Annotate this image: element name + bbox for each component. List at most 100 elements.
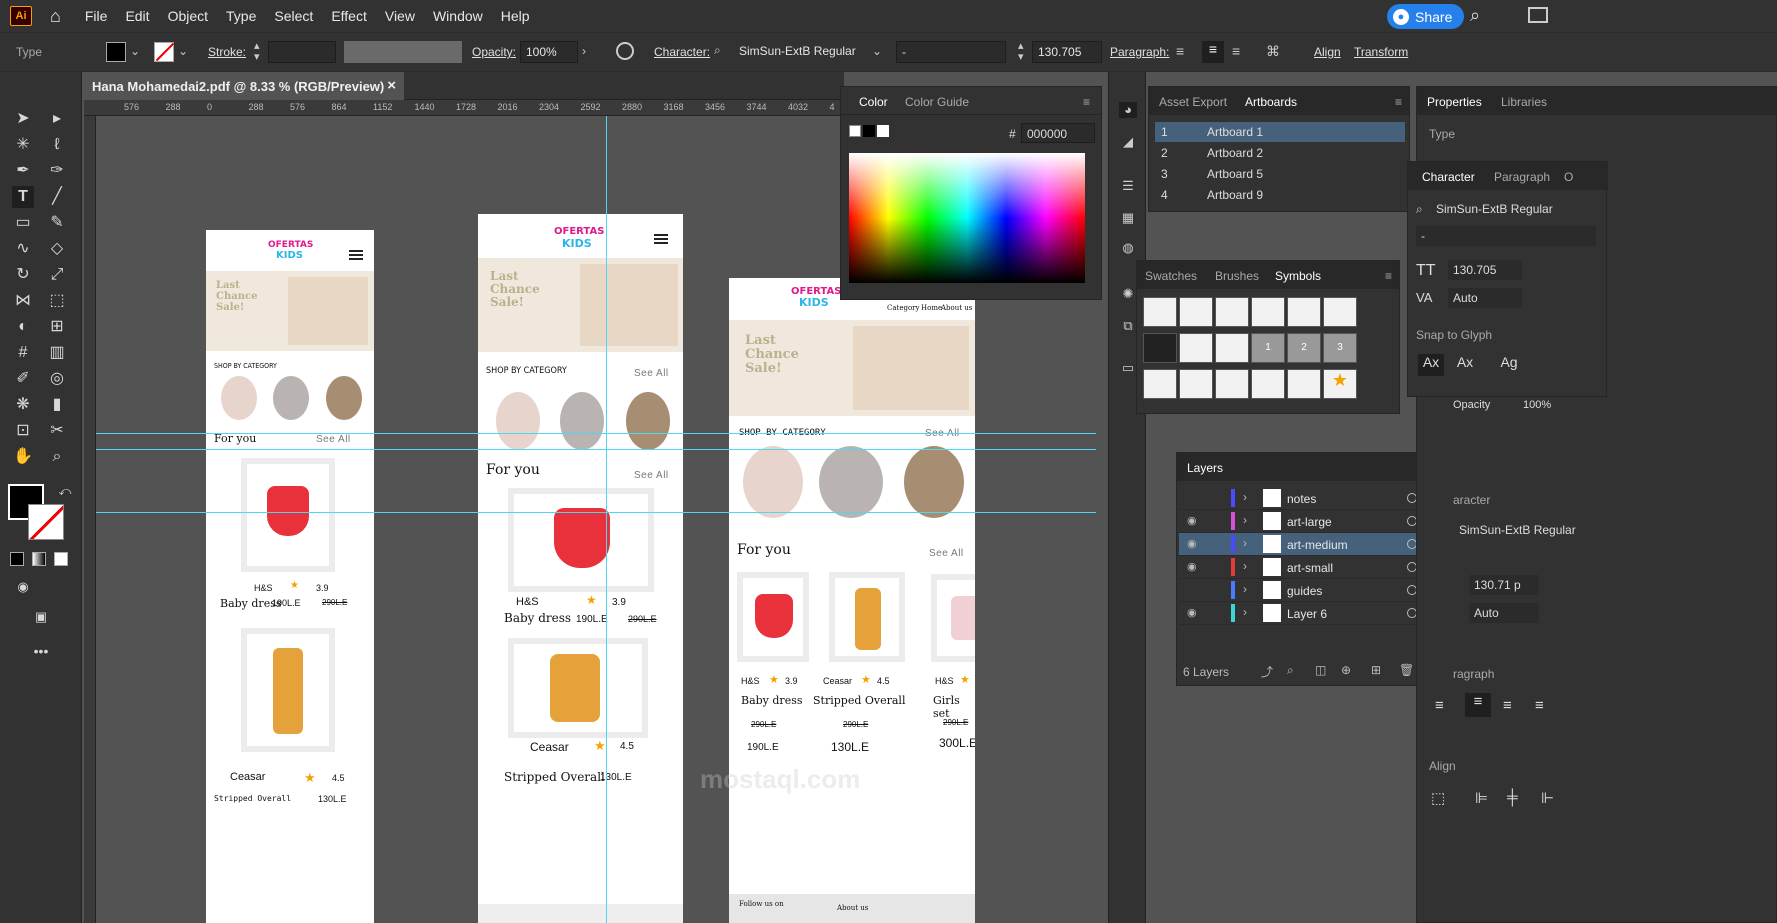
tab-properties[interactable]: Properties bbox=[1427, 95, 1482, 109]
hamburger-menu-icon[interactable] bbox=[349, 250, 363, 260]
font-dropdown-icon[interactable]: ⌄ bbox=[872, 44, 882, 58]
align-left-icon[interactable]: ≡ bbox=[1176, 43, 1184, 59]
size-stepper-icon[interactable]: ▴ ▾ bbox=[1018, 41, 1024, 63]
zoom-tool-icon[interactable]: ⌕ bbox=[46, 446, 68, 468]
artboard-row-3[interactable]: 3 Artboard 5 bbox=[1155, 164, 1405, 184]
category-kids-image[interactable] bbox=[626, 392, 670, 450]
shaper-tool-icon[interactable]: ∿ bbox=[12, 238, 34, 260]
artboard-tool-icon[interactable]: ⊡ bbox=[12, 420, 34, 442]
stroke-panel-icon[interactable]: ☰ bbox=[1119, 178, 1137, 194]
scale-tool-icon[interactable]: ⤢ bbox=[46, 264, 68, 286]
delete-layer-icon[interactable]: 🗑 bbox=[1399, 663, 1414, 677]
snap-xheight-icon[interactable]: Ax bbox=[1452, 354, 1478, 376]
close-document-icon[interactable]: × bbox=[387, 77, 396, 94]
draw-mode-icon[interactable]: ◉ bbox=[12, 576, 34, 598]
tab-color-guide[interactable]: Color Guide bbox=[905, 95, 969, 109]
document-tab[interactable]: Hana Mohamedai2.pdf @ 8.33 % (RGB/Previe… bbox=[84, 72, 404, 100]
transparency-icon[interactable]: ◍ bbox=[1119, 240, 1137, 256]
eraser-icon[interactable]: ◇ bbox=[46, 238, 68, 260]
symbol-cell[interactable] bbox=[1287, 369, 1321, 399]
slice-tool-icon[interactable]: ✂ bbox=[46, 420, 68, 442]
menu-edit[interactable]: Edit bbox=[125, 8, 149, 24]
symbol-cell[interactable] bbox=[1179, 333, 1213, 363]
snap-baseline-icon[interactable]: Ax bbox=[1418, 354, 1444, 376]
character-leading-2[interactable]: Auto bbox=[1469, 603, 1539, 623]
panel-menu-icon[interactable]: ≡ bbox=[1385, 269, 1392, 283]
color-spectrum[interactable] bbox=[849, 153, 1085, 283]
line-tool-icon[interactable]: ╱ bbox=[46, 186, 68, 208]
more-tools-icon[interactable]: ••• bbox=[30, 640, 52, 662]
artboard-small[interactable]: OFERTAS KIDS Last Chance Sale! SHOP BY C… bbox=[206, 230, 374, 923]
share-button[interactable]: ● Share bbox=[1387, 4, 1465, 29]
symbol-cell[interactable] bbox=[1179, 369, 1213, 399]
perspective-grid-icon[interactable]: ⊞ bbox=[46, 316, 68, 338]
symbol-cell-3[interactable]: 3 bbox=[1323, 333, 1357, 363]
panel-menu-icon[interactable]: ≡ bbox=[1395, 95, 1402, 109]
color-black-swatch[interactable] bbox=[863, 125, 875, 137]
product-card-1[interactable] bbox=[737, 572, 809, 662]
expand-chevron-icon[interactable]: › bbox=[1243, 490, 1247, 504]
stroke-swatch[interactable] bbox=[154, 42, 175, 62]
layer-name[interactable]: art-large bbox=[1287, 515, 1332, 529]
layer-row[interactable]: › guides bbox=[1179, 579, 1437, 602]
product-card-dress[interactable] bbox=[241, 458, 335, 572]
see-all-link-2[interactable]: See All bbox=[634, 470, 669, 481]
guide-horizontal-3[interactable] bbox=[96, 512, 1096, 513]
align-h-center-icon[interactable]: ╪ bbox=[1507, 789, 1518, 806]
category-girls-image[interactable] bbox=[221, 376, 257, 420]
guide-horizontal-2[interactable] bbox=[96, 449, 1096, 450]
menu-file[interactable]: File bbox=[85, 8, 108, 24]
guide-vertical-1[interactable] bbox=[606, 116, 607, 923]
product-card-2[interactable] bbox=[829, 572, 905, 662]
swap-colors-icon[interactable]: ⤺ bbox=[54, 480, 76, 502]
category-girls-image[interactable] bbox=[743, 446, 803, 518]
column-graph-icon[interactable]: ▮ bbox=[46, 394, 68, 416]
stroke-dropdown-icon[interactable]: ⌄ bbox=[178, 44, 188, 58]
layer-name[interactable]: guides bbox=[1287, 584, 1322, 598]
align-center-icon[interactable]: ≡ bbox=[1202, 41, 1224, 63]
symbol-cell[interactable] bbox=[1215, 333, 1249, 363]
character-font-2[interactable]: SimSun-ExtB Regular bbox=[1459, 523, 1576, 537]
expand-chevron-icon[interactable]: › bbox=[1243, 605, 1247, 619]
tab-brushes[interactable]: Brushes bbox=[1215, 269, 1259, 283]
symbol-cell[interactable] bbox=[1143, 333, 1177, 363]
blend-tool-icon[interactable]: ◎ bbox=[46, 368, 68, 390]
para-align-right-icon[interactable]: ≡ bbox=[1503, 697, 1512, 714]
para-justify-icon[interactable]: ≡ bbox=[1535, 697, 1544, 714]
character-label[interactable]: Character: bbox=[654, 45, 710, 59]
symbol-cell[interactable] bbox=[1215, 369, 1249, 399]
hand-tool-icon[interactable]: ✋ bbox=[12, 446, 34, 468]
font-family-field[interactable]: SimSun-ExtB Regular bbox=[734, 41, 884, 63]
align-link[interactable]: Align bbox=[1314, 45, 1341, 59]
artboard-row-2[interactable]: 2 Artboard 2 bbox=[1155, 143, 1405, 163]
color-none-swatch[interactable] bbox=[849, 125, 861, 137]
product-card-overall[interactable] bbox=[508, 638, 648, 738]
stroke-color-box[interactable] bbox=[28, 504, 64, 540]
variable-width-field[interactable] bbox=[344, 41, 462, 63]
font-size-field[interactable]: 130.705 bbox=[1032, 41, 1102, 63]
recolor-icon[interactable] bbox=[616, 42, 634, 60]
align-right-icon[interactable]: ≡ bbox=[1232, 43, 1240, 59]
font-search-icon[interactable]: ⌕ bbox=[714, 43, 721, 58]
category-girls-image[interactable] bbox=[496, 392, 540, 450]
layers-title[interactable]: Layers bbox=[1187, 461, 1223, 475]
stroke-label[interactable]: Stroke: bbox=[208, 45, 246, 59]
layer-row[interactable]: ◉ › art-medium bbox=[1179, 533, 1437, 556]
menu-window[interactable]: Window bbox=[433, 8, 483, 24]
stroke-weight-field[interactable] bbox=[268, 41, 336, 63]
symbol-cell-1[interactable]: 1 bbox=[1251, 333, 1285, 363]
curvature-tool-icon[interactable]: ✑ bbox=[46, 160, 68, 182]
gradient-mode-icon[interactable] bbox=[32, 552, 46, 566]
product-card-dress[interactable] bbox=[508, 488, 654, 592]
rotate-tool-icon[interactable]: ↻ bbox=[12, 264, 34, 286]
hamburger-menu-icon[interactable] bbox=[654, 234, 668, 244]
symbol-cell[interactable] bbox=[1215, 297, 1249, 327]
symbol-cell-star[interactable]: ★ bbox=[1323, 369, 1357, 399]
align-to-icon[interactable]: ⬚ bbox=[1431, 789, 1445, 807]
layer-name[interactable]: notes bbox=[1287, 492, 1316, 506]
visibility-eye-icon[interactable]: ◉ bbox=[1187, 606, 1197, 619]
char-style-field[interactable]: - bbox=[1416, 226, 1596, 246]
color-panel-icon[interactable]: ◕ bbox=[1119, 102, 1137, 118]
layer-row[interactable]: ◉ › art-small bbox=[1179, 556, 1437, 579]
color-guide-icon[interactable]: ◢ bbox=[1119, 134, 1137, 150]
